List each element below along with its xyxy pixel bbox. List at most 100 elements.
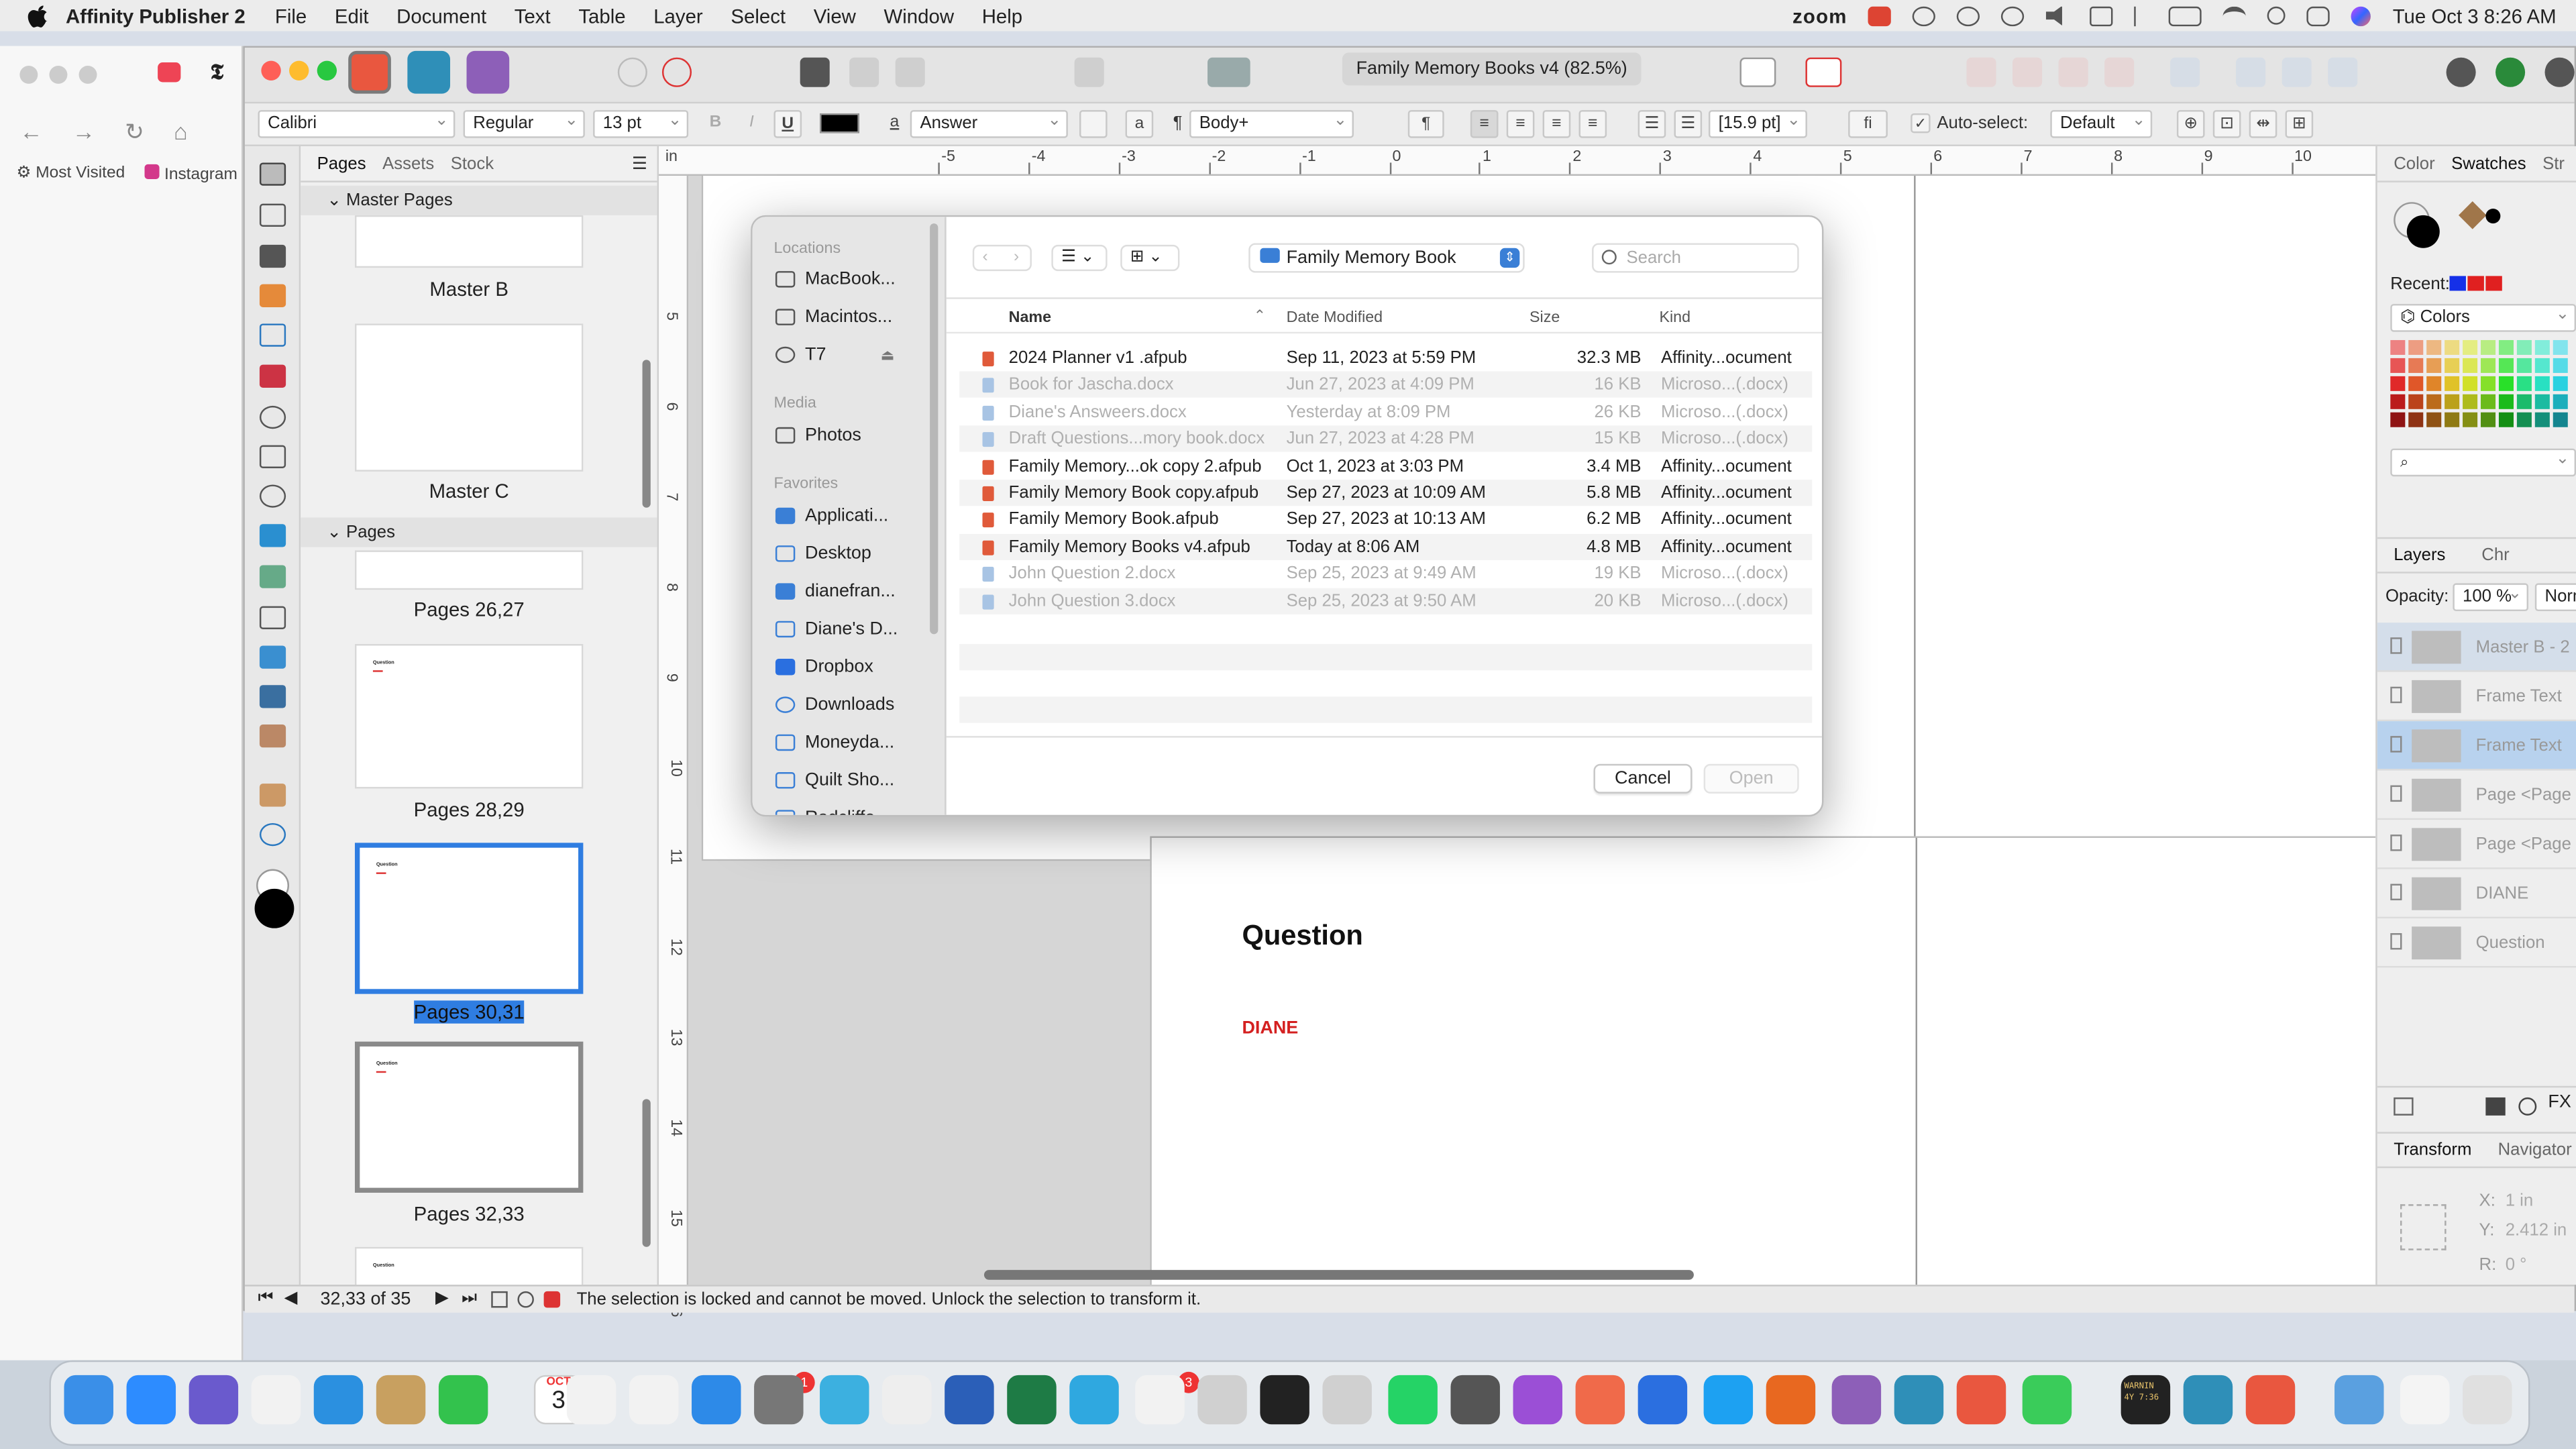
pen-tool-icon[interactable] xyxy=(259,364,286,388)
folder-path-select[interactable]: Family Memory Book ⇕ xyxy=(1248,243,1525,273)
r-field[interactable]: 0 ° xyxy=(2506,1255,2527,1275)
column-kind[interactable]: Kind xyxy=(1659,309,1690,327)
column-size[interactable]: Size xyxy=(1529,309,1560,327)
tab-color[interactable]: Color xyxy=(2394,154,2434,173)
move-tool-icon[interactable] xyxy=(259,162,286,186)
back-button[interactable]: ‹ xyxy=(983,246,988,269)
trash-dock-icon[interactable] xyxy=(2463,1375,2512,1425)
play-icon[interactable] xyxy=(1957,5,1981,25)
grid-button[interactable]: ⊞ xyxy=(2285,110,2314,138)
align-left-button[interactable]: ≡ xyxy=(1470,110,1499,138)
chrome-dock-icon[interactable] xyxy=(882,1375,932,1425)
file-row[interactable]: 2024 Planner v1 .afpub Sep 11, 2023 at 5:… xyxy=(959,345,1812,371)
column-date-modified[interactable]: Date Modified xyxy=(1287,309,1383,327)
page-thumbnail-30-31[interactable]: Question xyxy=(354,843,584,994)
sidebar-item-macintosh-hd[interactable]: Macintos... xyxy=(775,304,940,330)
console-dock-icon[interactable]: WARNIN 4Y 7:36 xyxy=(2121,1375,2171,1425)
eject-icon[interactable]: ⏏ xyxy=(881,346,895,364)
zoom-dock-icon[interactable] xyxy=(126,1375,176,1425)
photos-dock-icon[interactable] xyxy=(629,1375,679,1425)
y-field[interactable]: 2.412 in xyxy=(2506,1221,2567,1240)
layer-visibility-icon[interactable] xyxy=(2390,835,2402,851)
masters-scrollbar[interactable] xyxy=(642,360,651,508)
settings-gear-icon[interactable] xyxy=(617,57,647,87)
window-close-button[interactable] xyxy=(261,60,281,81)
menu-edit[interactable]: Edit xyxy=(335,4,369,27)
pin-icon[interactable] xyxy=(1030,58,1060,87)
adjustment-icon[interactable] xyxy=(2518,1097,2537,1116)
back-arrow-icon[interactable]: ← xyxy=(19,118,42,146)
app-dock-icon[interactable] xyxy=(1575,1375,1625,1425)
sidebar-item-macbook[interactable]: MacBook... xyxy=(775,266,940,292)
master-c-thumbnail[interactable] xyxy=(354,323,584,472)
file-row[interactable]: Family Memory...ok copy 2.afpub Oct 1, 20… xyxy=(959,453,1812,479)
bold-button[interactable]: B xyxy=(702,110,730,138)
speaker-label[interactable]: DIANE xyxy=(1242,1018,1298,1038)
designer-persona-icon[interactable] xyxy=(407,50,451,94)
tab-swatches[interactable]: Swatches xyxy=(2451,154,2526,173)
toolbar-button[interactable] xyxy=(895,57,925,87)
character-style-select[interactable]: Answer xyxy=(910,109,1068,138)
file-row[interactable]: Family Memory Books v4.afpub Today at 8:0… xyxy=(959,533,1813,560)
contacts-dock-icon[interactable] xyxy=(376,1375,426,1425)
vertical-ruler[interactable]: 5678910111213141516 xyxy=(659,176,689,1317)
column-name[interactable]: Name xyxy=(1009,309,1051,327)
sidebar-item-radcliffe[interactable]: Radcliffe... xyxy=(775,805,940,815)
align-icon[interactable] xyxy=(2104,57,2135,87)
app-dock-icon[interactable] xyxy=(1135,1375,1185,1425)
sidebar-item-downloads[interactable]: Downloads xyxy=(775,692,940,718)
horizontal-ruler[interactable]: in -5-4-3-2-1012345678910111213 xyxy=(659,146,2576,176)
preview-dock-icon[interactable] xyxy=(1197,1375,1247,1425)
justify-button[interactable]: ≡ xyxy=(1578,110,1607,138)
frame-ellipse-tool-icon[interactable] xyxy=(259,484,286,508)
layer-visibility-icon[interactable] xyxy=(2390,686,2402,704)
volume-icon[interactable] xyxy=(2045,5,2062,25)
sidebar-item-dianes-documents[interactable]: Diane's D... xyxy=(775,616,940,642)
panel-menu-icon[interactable]: ☰ xyxy=(632,154,647,173)
spotlight-search-icon[interactable] xyxy=(2267,6,2286,25)
file-row[interactable]: Family Memory Book copy.afpub Sep 27, 202… xyxy=(959,480,1813,506)
question-heading[interactable]: Question xyxy=(1242,920,1362,953)
tab-pages[interactable]: Pages xyxy=(317,154,366,173)
layer-row[interactable]: Frame Text xyxy=(2377,672,2576,722)
picture-frame-tool-icon[interactable] xyxy=(259,445,286,468)
window-zoom-button[interactable] xyxy=(317,60,337,81)
align-icon[interactable] xyxy=(2012,57,2043,87)
fill-tool-icon[interactable] xyxy=(259,645,286,669)
layer-row[interactable]: Page <Page N xyxy=(2377,771,2576,820)
paragraph-style-glyph-button[interactable]: a xyxy=(1125,110,1154,138)
text-style-button[interactable] xyxy=(1079,110,1108,138)
place-image-tool-icon[interactable] xyxy=(259,524,286,547)
search-field[interactable]: Search xyxy=(1592,243,1799,273)
layer-row[interactable]: Master B - 2 Pa xyxy=(2377,623,2576,672)
bullet-list-button[interactable]: ☰ xyxy=(1638,110,1666,138)
recent-color-3[interactable] xyxy=(2485,276,2502,291)
flip-icon[interactable] xyxy=(2282,57,2312,87)
toolbar-button[interactable] xyxy=(1074,57,1104,87)
gmail-tab-icon[interactable] xyxy=(158,62,181,83)
layer-visibility-icon[interactable] xyxy=(2390,933,2402,950)
crop-tool-icon[interactable] xyxy=(259,606,286,629)
leading-field[interactable]: [15.9 pt] xyxy=(1708,109,1807,138)
bookmark-instagram[interactable]: Instagram xyxy=(144,164,237,184)
preview-icon[interactable] xyxy=(517,1291,534,1308)
paragraph-style-select[interactable]: Body+ xyxy=(1189,109,1354,138)
photo-persona-icon[interactable] xyxy=(466,50,510,94)
sidebar-item-dropbox[interactable]: Dropbox xyxy=(775,654,940,680)
nyt-tab-icon[interactable]: 𝕿 xyxy=(210,59,223,85)
control-center-icon[interactable] xyxy=(2307,5,2330,25)
page-indicator[interactable]: 32,33 of 35 xyxy=(321,1289,411,1309)
apple-icon[interactable] xyxy=(26,4,49,27)
display-icon[interactable] xyxy=(2090,5,2114,25)
sort-chevron-icon[interactable]: ⌃ xyxy=(1254,307,1266,325)
layer-row[interactable]: Question xyxy=(2377,918,2576,968)
swatch-grid[interactable] xyxy=(2390,339,2576,439)
activity-monitor-dock-icon[interactable] xyxy=(1260,1375,1309,1425)
window-minimize-button[interactable] xyxy=(289,60,309,81)
menu-text[interactable]: Text xyxy=(515,4,551,27)
menu-help[interactable]: Help xyxy=(982,4,1022,27)
layer-visibility-icon[interactable] xyxy=(2390,883,2402,901)
sidebar-item-quilt-shop[interactable]: Quilt Sho... xyxy=(775,767,940,794)
menu-view[interactable]: View xyxy=(814,4,856,27)
bluetooth-icon[interactable] xyxy=(2135,5,2148,25)
